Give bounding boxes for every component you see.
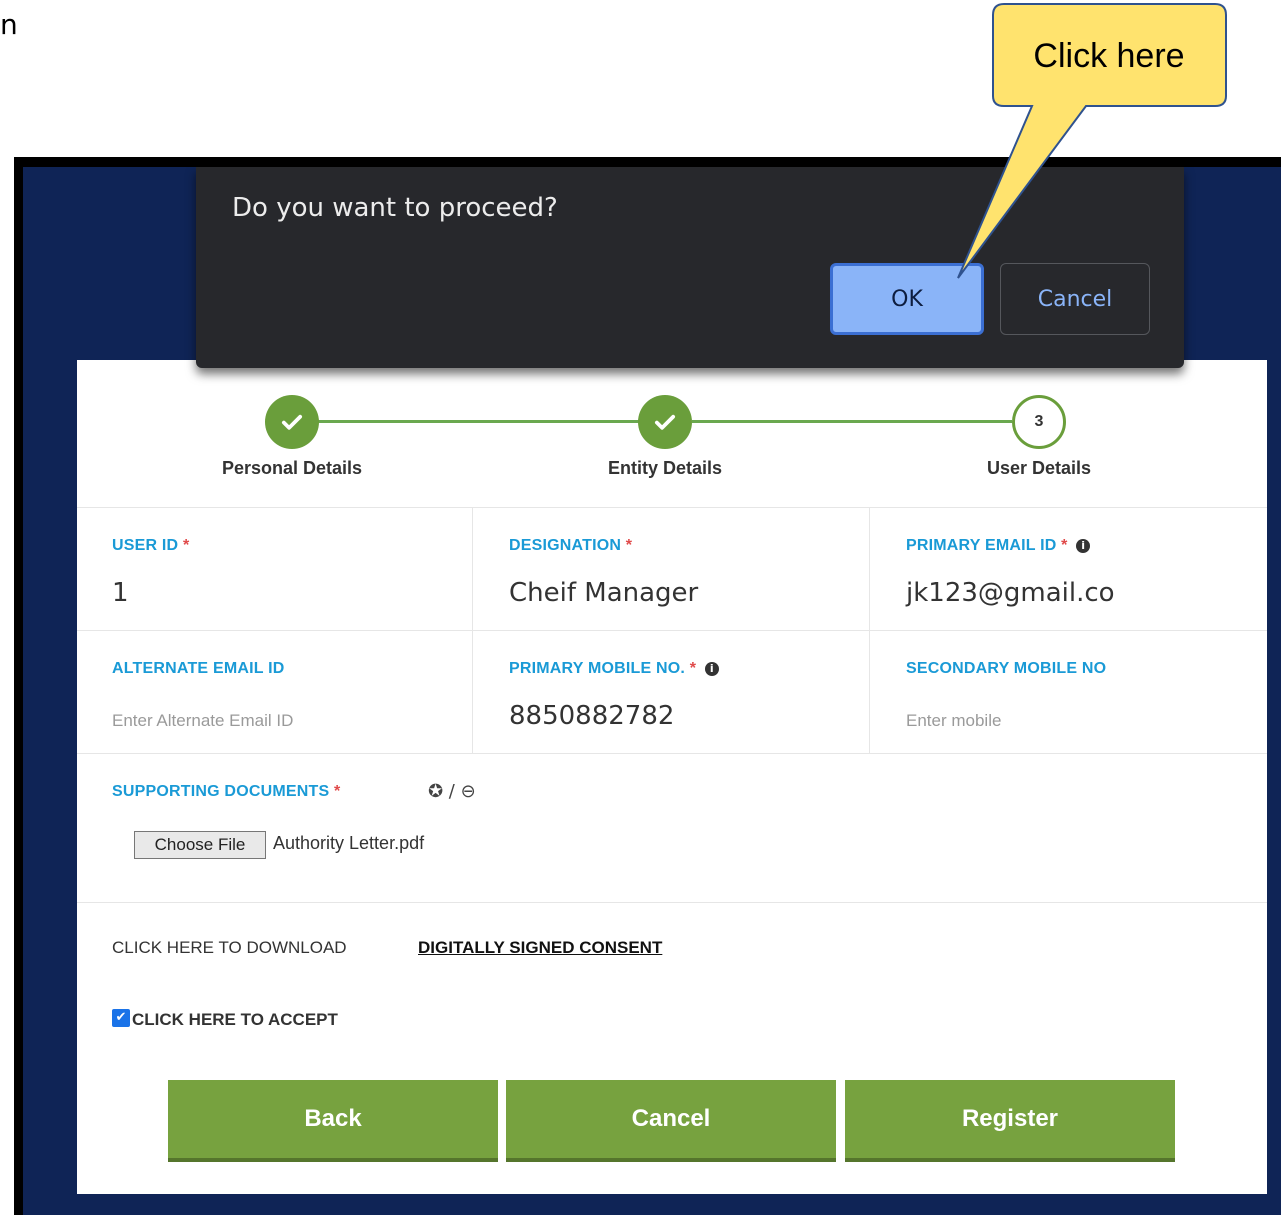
- accept-label[interactable]: CLICK HERE TO ACCEPT: [132, 1010, 338, 1030]
- required-mark: *: [625, 537, 633, 554]
- add-remove-document-icon[interactable]: ✪ / ⊖: [428, 781, 476, 802]
- registration-card: [77, 360, 1267, 1194]
- selected-file-name: Authority Letter.pdf: [273, 833, 425, 853]
- primary-mobile-label: PRIMARY MOBILE NO. * i: [509, 660, 719, 678]
- stepper-connector-2: [692, 420, 1012, 423]
- step-1-done: [265, 395, 319, 449]
- user-id-field[interactable]: 1: [112, 578, 129, 608]
- primary-mobile-field[interactable]: 8850882782: [509, 701, 674, 731]
- info-icon[interactable]: i: [704, 661, 719, 676]
- divider: [869, 507, 870, 753]
- required-mark: *: [689, 660, 697, 677]
- step-label-user: User Details: [986, 458, 1092, 478]
- required-mark: *: [334, 783, 341, 800]
- divider: [77, 753, 1267, 754]
- check-icon: [654, 414, 676, 430]
- step-2-done: [638, 395, 692, 449]
- required-mark: *: [1061, 537, 1068, 554]
- callout-text: Click here: [1033, 36, 1185, 75]
- info-icon[interactable]: i: [1076, 538, 1091, 553]
- user-id-label-text: USER ID: [112, 537, 179, 554]
- divider: [77, 902, 1267, 903]
- step-3-current: 3: [1012, 395, 1066, 449]
- divider: [77, 507, 1267, 508]
- designation-label: DESIGNATION *: [509, 537, 632, 555]
- secondary-mobile-label: SECONDARY MOBILE NO: [906, 660, 1106, 678]
- divider: [472, 507, 473, 753]
- digitally-signed-consent-link[interactable]: DIGITALLY SIGNED CONSENT: [418, 938, 662, 958]
- primary-email-field[interactable]: jk123@gmail.co: [906, 578, 1115, 608]
- primary-email-label: PRIMARY EMAIL ID * i: [906, 537, 1091, 555]
- designation-label-text: DESIGNATION: [509, 537, 622, 554]
- register-button[interactable]: Register: [845, 1080, 1175, 1162]
- supporting-documents-label-text: SUPPORTING DOCUMENTS: [112, 783, 330, 800]
- step-number: 3: [1034, 413, 1044, 430]
- divider: [77, 630, 1267, 631]
- user-id-label: USER ID *: [112, 537, 189, 555]
- primary-mobile-label-text: PRIMARY MOBILE NO.: [509, 660, 686, 677]
- accept-checkbox[interactable]: ✔: [112, 1009, 130, 1027]
- step-label-personal: Personal Details: [221, 458, 363, 478]
- secondary-mobile-label-text: SECONDARY MOBILE NO: [906, 660, 1107, 677]
- choose-file-button[interactable]: Choose File: [134, 831, 266, 859]
- back-button[interactable]: Back: [168, 1080, 498, 1162]
- supporting-documents-label: SUPPORTING DOCUMENTS *: [112, 783, 340, 801]
- alternate-email-label: ALTERNATE EMAIL ID: [112, 660, 284, 678]
- cancel-button[interactable]: Cancel: [506, 1080, 836, 1162]
- alternate-email-label-text: ALTERNATE EMAIL ID: [112, 660, 285, 677]
- stepper-connector-1: [318, 420, 640, 423]
- check-icon: [281, 414, 303, 430]
- primary-email-label-text: PRIMARY EMAIL ID: [906, 537, 1057, 554]
- designation-field[interactable]: Cheif Manager: [509, 578, 698, 608]
- download-consent-text: CLICK HERE TO DOWNLOAD: [112, 938, 347, 957]
- required-mark: *: [182, 537, 190, 554]
- alternate-email-field[interactable]: Enter Alternate Email ID: [112, 711, 293, 731]
- step-label-entity: Entity Details: [607, 458, 723, 478]
- secondary-mobile-field[interactable]: Enter mobile: [906, 711, 1001, 731]
